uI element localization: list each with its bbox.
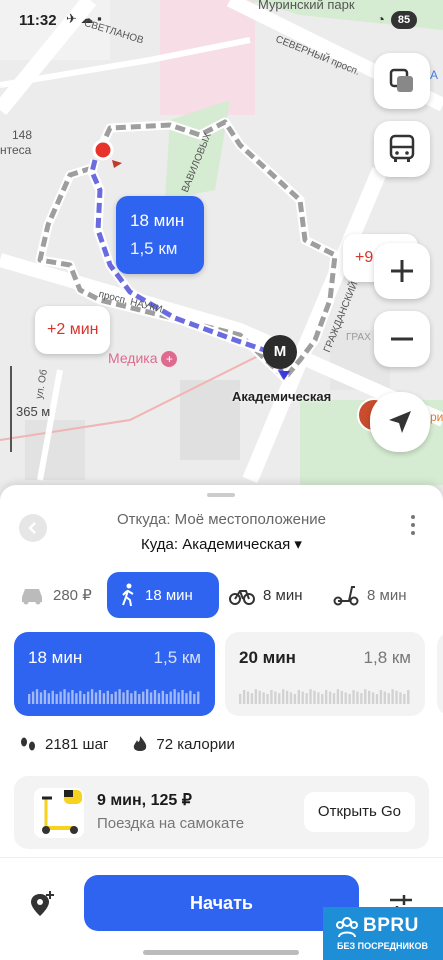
route-card-distance: 1,5 км [153,648,201,667]
tab-walk-label: 18 мин [145,586,193,604]
footsteps-icon [21,737,35,751]
zoom-out-button[interactable] [374,311,430,367]
map-label-area: ГРАХ [346,332,371,343]
route-card-time: 18 мин [28,648,83,667]
steps-stat: 2181 шаг [19,735,108,753]
metro-station-label: Академическая [232,389,332,404]
map-label-poi: А [430,68,439,82]
transport-layer-button[interactable] [374,121,430,177]
route-time-bubble[interactable]: 18 мин 1,5 км [116,196,204,274]
route-bubble-distance: 1,5 км [130,239,178,258]
home-indicator[interactable] [143,950,299,955]
layers-button[interactable] [374,53,430,109]
open-go-button[interactable]: Открыть Go [303,792,415,832]
watermark-brand: BPRU [363,915,419,936]
start-navigation-button[interactable]: Начать [84,875,359,931]
status-time: 11:32 [19,12,57,29]
map-label-park: Муринский парк [258,0,355,12]
route-bubble-time: 18 мин [130,211,185,230]
route-stats: 2181 шаг 72 калории [19,735,259,753]
elevation-profile [28,689,200,704]
car-icon [22,589,42,605]
alt-route-bubble-left[interactable]: +2 мин [35,306,111,354]
scooter-promo[interactable]: 9 мин, 125 ₽ Поездка на самокате Открыть… [14,776,429,849]
route-sheet: Откуда: Моё местоположение Куда: Академи… [0,485,443,960]
minus-icon [391,337,413,341]
scooter-icon [333,586,359,606]
map-scale-label: 365 м [16,404,51,419]
bus-icon [389,134,415,162]
tab-bike[interactable]: 8 мин [229,572,303,618]
more-menu-icon[interactable] [411,515,415,539]
calories-value: 72 калории [156,735,235,753]
tab-bike-label: 8 мин [263,586,303,604]
map-label-poi: нтеса [0,143,32,157]
promo-title: 9 мин, 125 ₽ [97,792,192,809]
location-arrow-icon [389,411,411,433]
watermark-logo: BPRU БЕЗ ПОСРЕДНИКОВ [323,907,443,960]
metro-marker[interactable]: М [263,335,297,369]
watermark-tagline: БЕЗ ПОСРЕДНИКОВ [337,941,428,951]
tab-car-label: 280 ₽ [53,587,92,604]
route-card-peek[interactable] [437,632,443,716]
route-card-selected[interactable]: 18 мин 1,5 км [14,632,215,716]
route-card-alternative[interactable]: 20 мин 1,8 км [225,632,425,716]
zoom-in-button[interactable] [374,243,430,299]
tab-walk[interactable]: 18 мин [107,572,219,618]
battery-indicator: 85 [391,11,417,29]
route-card-distance: 1,8 км [363,648,411,667]
tab-scooter-label: 8 мин [367,586,407,604]
layers-icon [389,68,413,92]
steps-value: 2181 шаг [45,735,109,753]
route-from-field[interactable]: Откуда: Моё местоположение [0,511,443,528]
walk-icon [122,583,134,607]
plus-icon [391,260,413,282]
calories-stat: 72 калории [132,735,235,753]
map-label-house: 148 [12,128,33,142]
people-icon [336,917,358,938]
route-card-time: 20 мин [239,648,296,667]
tab-scooter[interactable]: 8 мин [333,572,407,618]
tab-car[interactable]: 280 ₽ [19,572,92,618]
map-label-clinic: Медика + [108,350,178,367]
bike-icon [229,590,255,605]
my-location-button[interactable] [370,392,430,452]
transport-mode-tabs: 280 ₽ 18 мин 8 мин 8 мин [0,572,443,618]
route-options: 18 мин 1,5 км 20 мин 1,8 км [0,632,443,716]
route-to-field[interactable]: Куда: Академическая ▾ [0,535,443,553]
flame-icon [134,736,147,751]
wifi-icon: ◔ [376,11,385,27]
map-scale-bar [10,366,12,452]
map-view[interactable]: 11:32 ✈ ☁ ▪ ◔ 85 Муринский парк СВЕТЛАНО… [0,0,443,510]
map-label-poi: ри [430,410,443,424]
elevation-profile [239,689,410,704]
sheet-grabber[interactable] [207,493,235,497]
status-bar: 11:32 ✈ ☁ ▪ ◔ 85 [0,0,443,40]
promo-subtitle: Поездка на самокате [97,815,245,832]
add-waypoint-icon[interactable] [29,890,55,918]
scooter-illustration-icon [34,788,84,838]
